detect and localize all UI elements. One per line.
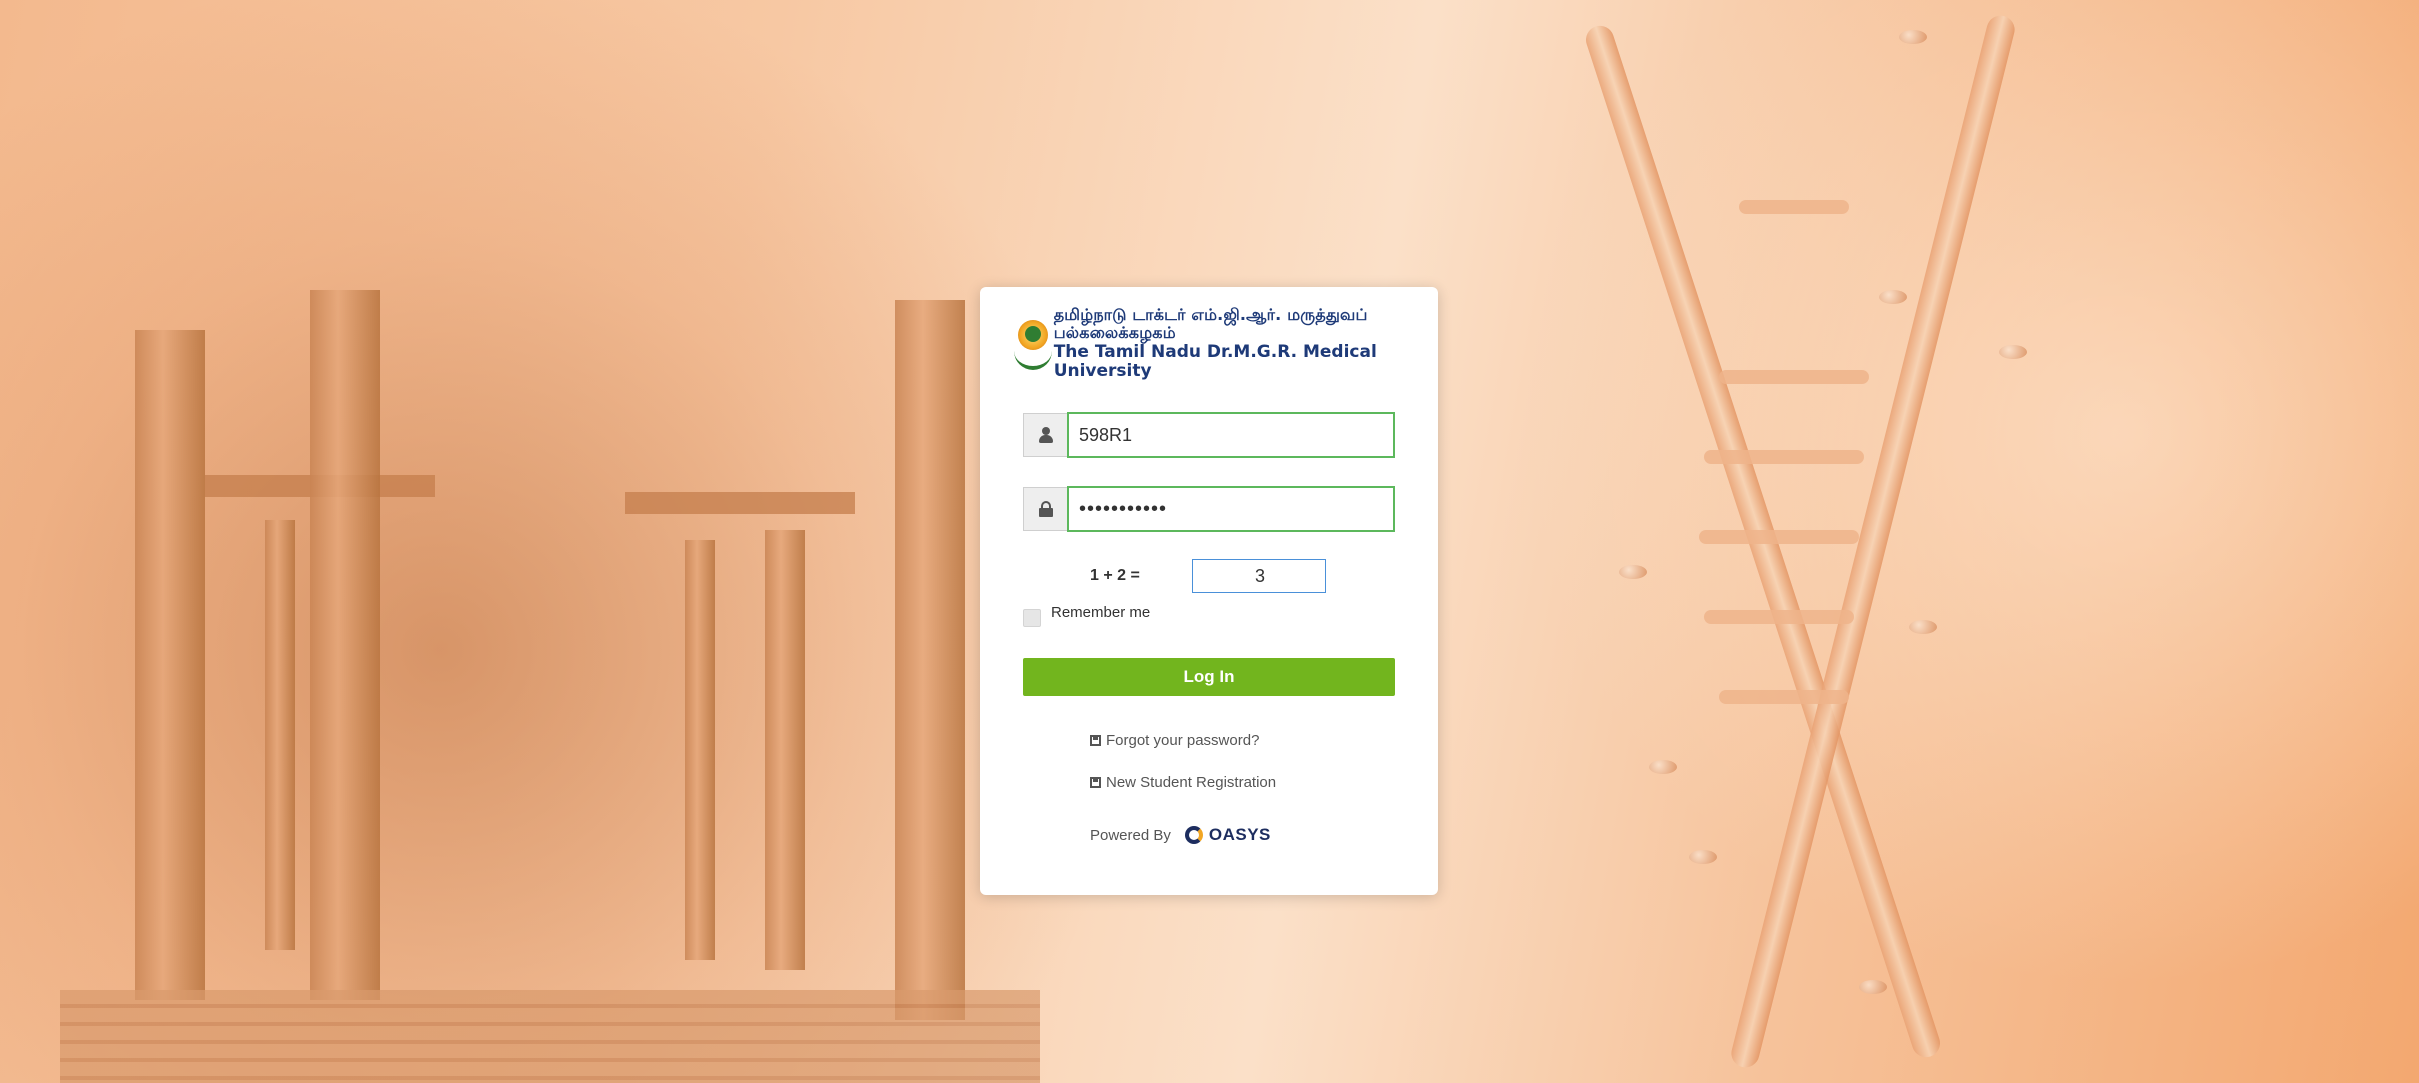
- pillar: [765, 530, 805, 970]
- capsule: [1619, 565, 1647, 579]
- forgot-password-label: Forgot your password?: [1106, 732, 1260, 749]
- user-icon: [1023, 413, 1067, 457]
- oasys-logo-icon: [1184, 826, 1203, 844]
- campus-background: [0, 0, 1100, 1083]
- pillar: [685, 540, 715, 960]
- lock-icon: [1023, 487, 1067, 531]
- new-registration-link[interactable]: New Student Registration: [1090, 774, 1276, 791]
- capsule: [1859, 980, 1887, 994]
- pillar: [265, 520, 295, 950]
- password-row: [1023, 486, 1395, 532]
- university-emblem-icon: [1012, 316, 1052, 372]
- captcha-question: 1 + 2 =: [1090, 567, 1140, 584]
- password-input[interactable]: [1067, 486, 1395, 532]
- capsule: [1999, 345, 2027, 359]
- new-registration-label: New Student Registration: [1106, 774, 1277, 791]
- dna-rung: [1704, 610, 1854, 624]
- dna-rung: [1719, 370, 1869, 384]
- dna-background: [1419, 0, 2419, 1083]
- pillar: [895, 300, 965, 1020]
- capsule: [1909, 620, 1937, 634]
- username-input[interactable]: [1067, 412, 1395, 458]
- university-name-tamil: தமிழ்நாடு டாக்டர் எம்.ஜி.ஆர். மருத்துவப்…: [1053, 305, 1368, 343]
- forgot-password-link[interactable]: Forgot your password?: [1090, 732, 1259, 749]
- capsule: [1899, 30, 1927, 44]
- remember-me: Remember me: [1023, 604, 1150, 627]
- dna-rung: [1739, 200, 1849, 214]
- dna-rung: [1719, 690, 1849, 704]
- dna-rung: [1704, 450, 1864, 464]
- captcha-input[interactable]: [1192, 559, 1326, 593]
- capsule: [1879, 290, 1907, 304]
- dna-rung: [1699, 530, 1859, 544]
- capsule: [1649, 760, 1677, 774]
- university-logo: தமிழ்நாடு டாக்டர் எம்.ஜி.ஆர். மருத்துவப்…: [1012, 305, 1412, 381]
- username-row: [1023, 412, 1395, 458]
- university-name-english: The Tamil Nadu Dr.M.G.R. Medical Univers…: [1053, 341, 1377, 382]
- canopy: [625, 492, 855, 514]
- remember-label: Remember me: [1051, 603, 1151, 621]
- powered-by: Powered By OASYS: [1090, 825, 1271, 845]
- login-button[interactable]: Log In: [1023, 658, 1395, 696]
- oasys-name: OASYS: [1208, 825, 1271, 844]
- pillar: [135, 330, 205, 1000]
- steps: [60, 990, 1040, 1083]
- capsule: [1689, 850, 1717, 864]
- powered-by-label: Powered By: [1090, 826, 1171, 844]
- remember-checkbox[interactable]: [1023, 609, 1041, 627]
- save-icon: [1090, 777, 1101, 788]
- pillar: [310, 290, 380, 1000]
- login-card: தமிழ்நாடு டாக்டர் எம்.ஜி.ஆர். மருத்துவப்…: [980, 287, 1438, 895]
- save-icon: [1090, 735, 1101, 746]
